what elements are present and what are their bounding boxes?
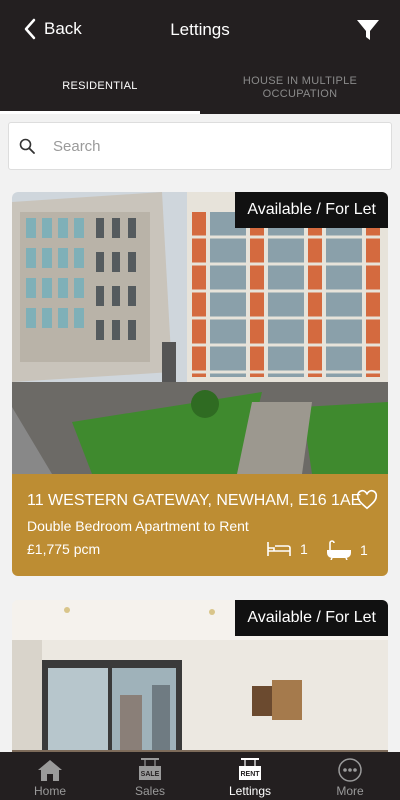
- listing-type-tabs: RESIDENTIAL HOUSE IN MULTIPLE OCCUPATION: [0, 62, 400, 114]
- heart-icon[interactable]: [356, 489, 378, 511]
- nav-home-label: Home: [33, 784, 66, 798]
- tab-hmo[interactable]: HOUSE IN MULTIPLE OCCUPATION: [200, 62, 400, 114]
- tab-residential[interactable]: RESIDENTIAL: [0, 62, 200, 114]
- listing-description: Double Bedroom Apartment to Rent: [27, 518, 249, 534]
- chevron-left-icon: [24, 18, 36, 40]
- back-label: Back: [44, 19, 82, 38]
- nav-more[interactable]: More: [300, 752, 400, 800]
- bathroom-count-value: 1: [360, 542, 368, 558]
- sale-badge-text: SALE: [141, 771, 160, 778]
- nav-lettings-label: Lettings: [228, 784, 272, 798]
- listing-card[interactable]: Available / For Let: [12, 600, 388, 760]
- bottom-nav: Home SALE Sales RENT Lettings More: [0, 752, 400, 800]
- bedroom-count: 1: [266, 540, 308, 558]
- search-input[interactable]: [51, 136, 375, 156]
- tab-residential-label: RESIDENTIAL: [62, 80, 138, 92]
- bed-icon: [267, 542, 291, 556]
- more-icon: [338, 758, 362, 782]
- search-bar: [8, 122, 392, 170]
- bathroom-count: 1: [326, 540, 368, 560]
- nav-lettings[interactable]: RENT Lettings: [200, 752, 300, 800]
- listing-price: £1,775 pcm: [27, 541, 101, 557]
- listing-address: 11 WESTERN GATEWAY, NEWHAM, E16 1AE: [27, 492, 362, 509]
- listing-photo: Available / For Let: [12, 192, 388, 474]
- rent-badge-text: RENT: [240, 771, 260, 778]
- bedroom-count-value: 1: [300, 541, 308, 557]
- listing-info: 11 WESTERN GATEWAY, NEWHAM, E16 1AE Doub…: [12, 474, 388, 576]
- rent-sign-icon: RENT: [239, 758, 261, 780]
- home-icon: [38, 760, 62, 781]
- filter-icon[interactable]: [356, 18, 380, 42]
- availability-badge: Available / For Let: [235, 600, 388, 636]
- nav-home[interactable]: Home: [0, 752, 100, 800]
- listing-photo: Available / For Let: [12, 600, 388, 760]
- nav-sales-label: Sales: [134, 784, 166, 798]
- search-icon: [19, 138, 35, 154]
- nav-sales[interactable]: SALE Sales: [100, 752, 200, 800]
- tab-hmo-label: HOUSE IN MULTIPLE OCCUPATION: [242, 75, 358, 100]
- listing-card[interactable]: Available / For Let 11 WESTERN GATEWAY, …: [12, 192, 388, 576]
- back-button[interactable]: Back: [22, 18, 82, 40]
- bath-icon: [327, 540, 351, 560]
- nav-more-label: More: [336, 784, 364, 798]
- sale-sign-icon: SALE: [139, 758, 161, 780]
- availability-badge: Available / For Let: [235, 192, 388, 228]
- top-bar: Back Lettings: [0, 0, 400, 62]
